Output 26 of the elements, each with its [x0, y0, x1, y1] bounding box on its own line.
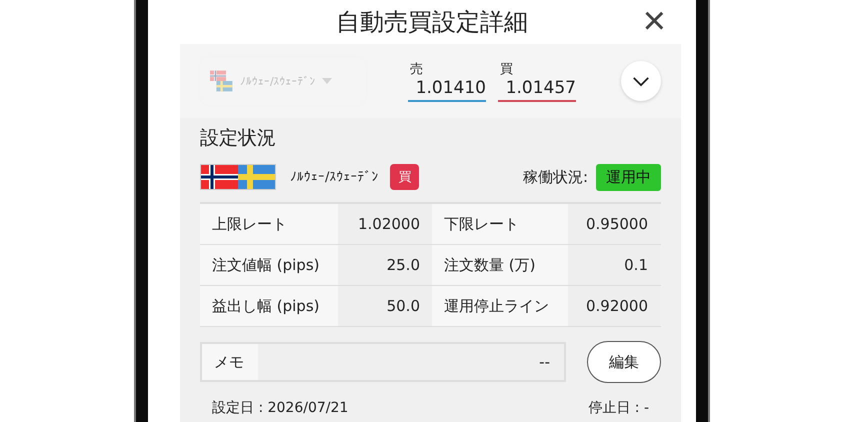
chevron-down-button[interactable] [621, 61, 661, 101]
caret-icon [322, 78, 332, 84]
table-cell: 益出し幅 (pips) [200, 286, 338, 326]
window-title: 自動売買設定詳細 [336, 7, 528, 38]
stop-date: 停止日 : - [588, 399, 649, 417]
buy-label: 買 [500, 61, 514, 78]
table-cell: 注文数量 (万) [432, 245, 568, 285]
side-badge: 買 [390, 164, 420, 190]
table-cell: 上限レート [200, 204, 338, 244]
set-date: 設定日 : 2026/07/21 [212, 399, 348, 417]
sell-label: 売 [410, 61, 424, 78]
section-title: 設定状況 [200, 126, 277, 151]
flag-icon [210, 69, 234, 93]
pair-name: ﾉﾙｳｪｰ/ｽｳｪｰﾃﾞﾝ [290, 170, 378, 184]
status-label: 稼働状況: [522, 168, 588, 186]
close-button[interactable]: × [642, 4, 666, 38]
memo-field: メモ -- [200, 342, 566, 382]
flag-icon [200, 164, 276, 190]
sell-price: 1.01410 [408, 78, 486, 102]
buy-price: 1.01457 [498, 78, 576, 102]
edit-button[interactable]: 編集 [587, 341, 661, 383]
status-badge: 運用中 [596, 164, 661, 190]
table-cell: 運用停止ライン [432, 286, 568, 326]
table-cell: 注文値幅 (pips) [200, 245, 338, 285]
table-cell: 下限レート [432, 204, 568, 244]
chevron-down-icon [632, 76, 650, 86]
